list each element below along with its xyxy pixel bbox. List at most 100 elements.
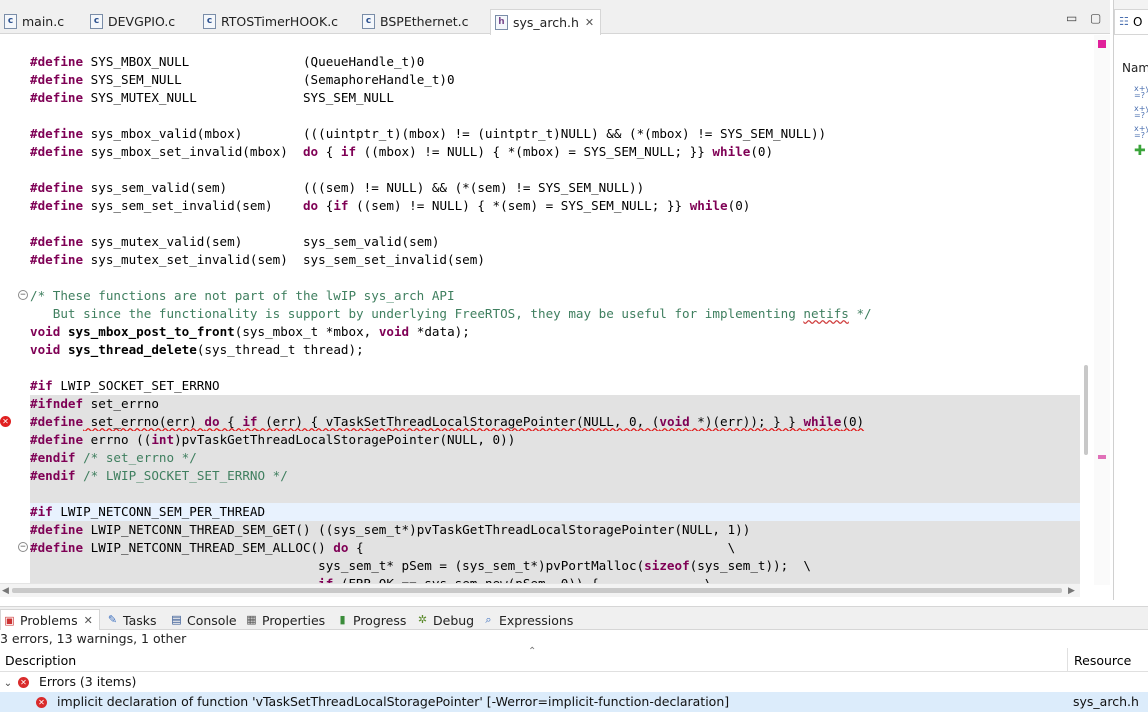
code-token: void bbox=[378, 324, 410, 339]
code-token: #if bbox=[30, 504, 53, 519]
code-token: void bbox=[659, 414, 690, 429]
chevron-down-icon[interactable]: ⌄ bbox=[2, 674, 14, 694]
code-token: int bbox=[151, 432, 175, 447]
code-token: sys_sem_set_invalid(sem) bbox=[83, 198, 303, 213]
expressions-icon: ⌕ bbox=[485, 613, 492, 626]
code-line[interactable]: #endif /* LWIP_SOCKET_SET_ERRNO */ bbox=[30, 467, 1080, 485]
tab-problems[interactable]: ▣ Problems ✕ bbox=[0, 609, 100, 631]
code-token: ((mbox) != NULL) { *(mbox) = SYS_SEM_NUL… bbox=[356, 144, 713, 159]
tab-tasks[interactable]: ✎ Tasks bbox=[106, 610, 157, 630]
code-line[interactable]: void sys_thread_delete(sys_thread_t thre… bbox=[30, 341, 1080, 359]
problem-row[interactable]: ✕ implicit declaration of function 'vTas… bbox=[0, 692, 1148, 712]
tab-debug[interactable]: ✲ Debug bbox=[416, 610, 474, 630]
tab-rtostimerhook-c[interactable]: c RTOSTimerHOOK.c bbox=[203, 9, 338, 33]
define-icon[interactable]: x+y =? bbox=[1134, 105, 1148, 120]
scroll-right-icon[interactable]: ▶ bbox=[1068, 584, 1075, 598]
code-line[interactable]: void sys_mbox_post_to_front(sys_mbox_t *… bbox=[30, 323, 1080, 341]
code-line[interactable]: #define LWIP_NETCONN_THREAD_SEM_GET() ((… bbox=[30, 521, 1080, 539]
outline-icon: ☷ bbox=[1119, 15, 1129, 28]
code-line[interactable]: #define sys_sem_valid(sem) (((sem) != NU… bbox=[30, 179, 1080, 197]
code-token: #endif bbox=[30, 468, 76, 483]
code-line[interactable]: But since the functionality is support b… bbox=[30, 305, 1080, 323]
code-line[interactable] bbox=[30, 215, 1080, 233]
add-icon[interactable]: ✚ bbox=[1134, 143, 1146, 159]
sort-up-icon[interactable]: ⌃ bbox=[528, 646, 536, 657]
code-line[interactable] bbox=[30, 161, 1080, 179]
code-line[interactable]: #define errno ((int)pvTaskGetThreadLocal… bbox=[30, 431, 1080, 449]
code-line[interactable]: #ifndef set_errno bbox=[30, 395, 1080, 413]
code-token: /* set_errno */ bbox=[83, 450, 197, 465]
minimize-icon[interactable]: ▭ bbox=[1066, 11, 1077, 25]
code-line[interactable]: sys_sem_t* pSem = (sys_sem_t*)pvPortMall… bbox=[30, 557, 1080, 575]
problems-group-errors[interactable]: ⌄ ✕ Errors (3 items) bbox=[0, 672, 1148, 692]
code-token: { bbox=[318, 144, 341, 159]
code-line[interactable]: #if LWIP_SOCKET_SET_ERRNO bbox=[30, 377, 1080, 395]
code-token: */ bbox=[848, 306, 872, 321]
code-token: *data); bbox=[409, 324, 470, 339]
error-marker-icon[interactable]: ✕ bbox=[0, 416, 11, 427]
code-line[interactable]: #define sys_mutex_valid(sem) sys_sem_val… bbox=[30, 233, 1080, 251]
vertical-scrollbar[interactable] bbox=[1084, 365, 1088, 455]
code-line[interactable]: #define sys_mbox_set_invalid(mbox) do { … bbox=[30, 143, 1080, 161]
code-token: if bbox=[333, 198, 349, 213]
code-line[interactable]: /* These functions are not part of the l… bbox=[30, 287, 1080, 305]
code-token: do bbox=[302, 198, 319, 213]
code-line[interactable]: #define SYS_MUTEX_NULL SYS_SEM_NULL bbox=[30, 89, 1080, 107]
problems-icon: ▣ bbox=[4, 613, 15, 627]
code-token: LWIP_NETCONN_THREAD_SEM_GET() ((sys_sem_… bbox=[83, 522, 751, 537]
tab-bspethernet-c[interactable]: c BSPEthernet.c bbox=[362, 9, 469, 33]
code-token: #define bbox=[30, 180, 84, 195]
code-line[interactable] bbox=[30, 485, 1080, 503]
code-token: *)(err)); } } bbox=[689, 414, 804, 429]
code-token: #define bbox=[30, 126, 84, 141]
tab-label: Properties bbox=[262, 612, 326, 628]
tab-properties[interactable]: ▦ Properties bbox=[245, 610, 325, 630]
tab-sys-arch-h[interactable]: h sys_arch.h ✕ bbox=[490, 9, 602, 35]
editor-tab-bar: c main.c c DEVGPIO.c c RTOSTimerHOOK.c c… bbox=[0, 0, 1110, 35]
code-line[interactable]: #define SYS_MBOX_NULL (QueueHandle_t)0 bbox=[30, 53, 1080, 71]
code-line[interactable] bbox=[30, 269, 1080, 287]
code-editor[interactable]: − ✕ − #define SYS_MBOX_NULL (QueueHandle… bbox=[0, 35, 1110, 597]
close-icon[interactable]: ✕ bbox=[84, 614, 93, 627]
code-token: SYS_MBOX_NULL (QueueHandle_t)0 bbox=[83, 54, 425, 69]
scrollbar-thumb[interactable] bbox=[12, 588, 1062, 593]
overview-marker[interactable] bbox=[1098, 40, 1106, 48]
column-header-resource[interactable]: Resource bbox=[1074, 653, 1131, 668]
overview-marker[interactable] bbox=[1098, 455, 1106, 459]
tab-devgpio-c[interactable]: c DEVGPIO.c bbox=[90, 9, 175, 33]
close-icon[interactable]: ✕ bbox=[585, 16, 594, 29]
code-line[interactable]: #define sys_mbox_valid(mbox) (((uintptr_… bbox=[30, 125, 1080, 143]
code-line[interactable] bbox=[30, 359, 1080, 377]
scroll-left-icon[interactable]: ◀ bbox=[2, 584, 9, 598]
code-line[interactable]: #define sys_mutex_set_invalid(sem) sys_s… bbox=[30, 251, 1080, 269]
fold-toggle-icon[interactable]: − bbox=[18, 542, 28, 552]
code-line[interactable]: #if LWIP_NETCONN_SEM_PER_THREAD bbox=[30, 503, 1080, 521]
tab-label: Progress bbox=[353, 612, 407, 628]
maximize-icon[interactable]: ▢ bbox=[1090, 11, 1101, 25]
code-token: (err) { vTaskSetThreadLocalStoragePointe… bbox=[257, 414, 660, 429]
horizontal-scrollbar[interactable]: ◀ ▶ bbox=[0, 583, 1080, 597]
define-icon[interactable]: x+y =? bbox=[1134, 125, 1148, 140]
code-area[interactable]: #define SYS_MBOX_NULL (QueueHandle_t)0 #d… bbox=[30, 53, 1080, 593]
code-token: sys_mbox_post_to_front bbox=[67, 324, 235, 339]
tab-console[interactable]: ▤ Console bbox=[170, 610, 236, 630]
tab-outline[interactable]: ☷ O bbox=[1114, 9, 1148, 35]
code-line[interactable]: #define LWIP_NETCONN_THREAD_SEM_ALLOC() … bbox=[30, 539, 1080, 557]
code-line[interactable]: #define SYS_SEM_NULL (SemaphoreHandle_t)… bbox=[30, 71, 1080, 89]
code-line[interactable]: #endif /* set_errno */ bbox=[30, 449, 1080, 467]
code-token: (sys_mbox_t *mbox, bbox=[234, 324, 379, 339]
code-token: #define bbox=[30, 198, 84, 213]
code-token: But since the functionality is support b… bbox=[30, 306, 804, 321]
c-file-icon: c bbox=[203, 13, 216, 29]
define-icon[interactable]: x+y =? bbox=[1134, 85, 1148, 100]
fold-toggle-icon[interactable]: − bbox=[18, 290, 28, 300]
tab-progress[interactable]: ▮ Progress bbox=[336, 610, 406, 630]
code-line[interactable]: #define sys_sem_set_invalid(sem) do {if … bbox=[30, 197, 1080, 215]
column-divider[interactable] bbox=[1067, 648, 1068, 672]
tab-expressions[interactable]: ⌕ Expressions bbox=[482, 610, 573, 630]
code-line[interactable]: #define set_errno(err) do { if (err) { v… bbox=[30, 413, 1080, 431]
column-header-description[interactable]: Description bbox=[5, 653, 76, 668]
code-line[interactable] bbox=[30, 107, 1080, 125]
tab-main-c[interactable]: c main.c bbox=[4, 9, 64, 33]
